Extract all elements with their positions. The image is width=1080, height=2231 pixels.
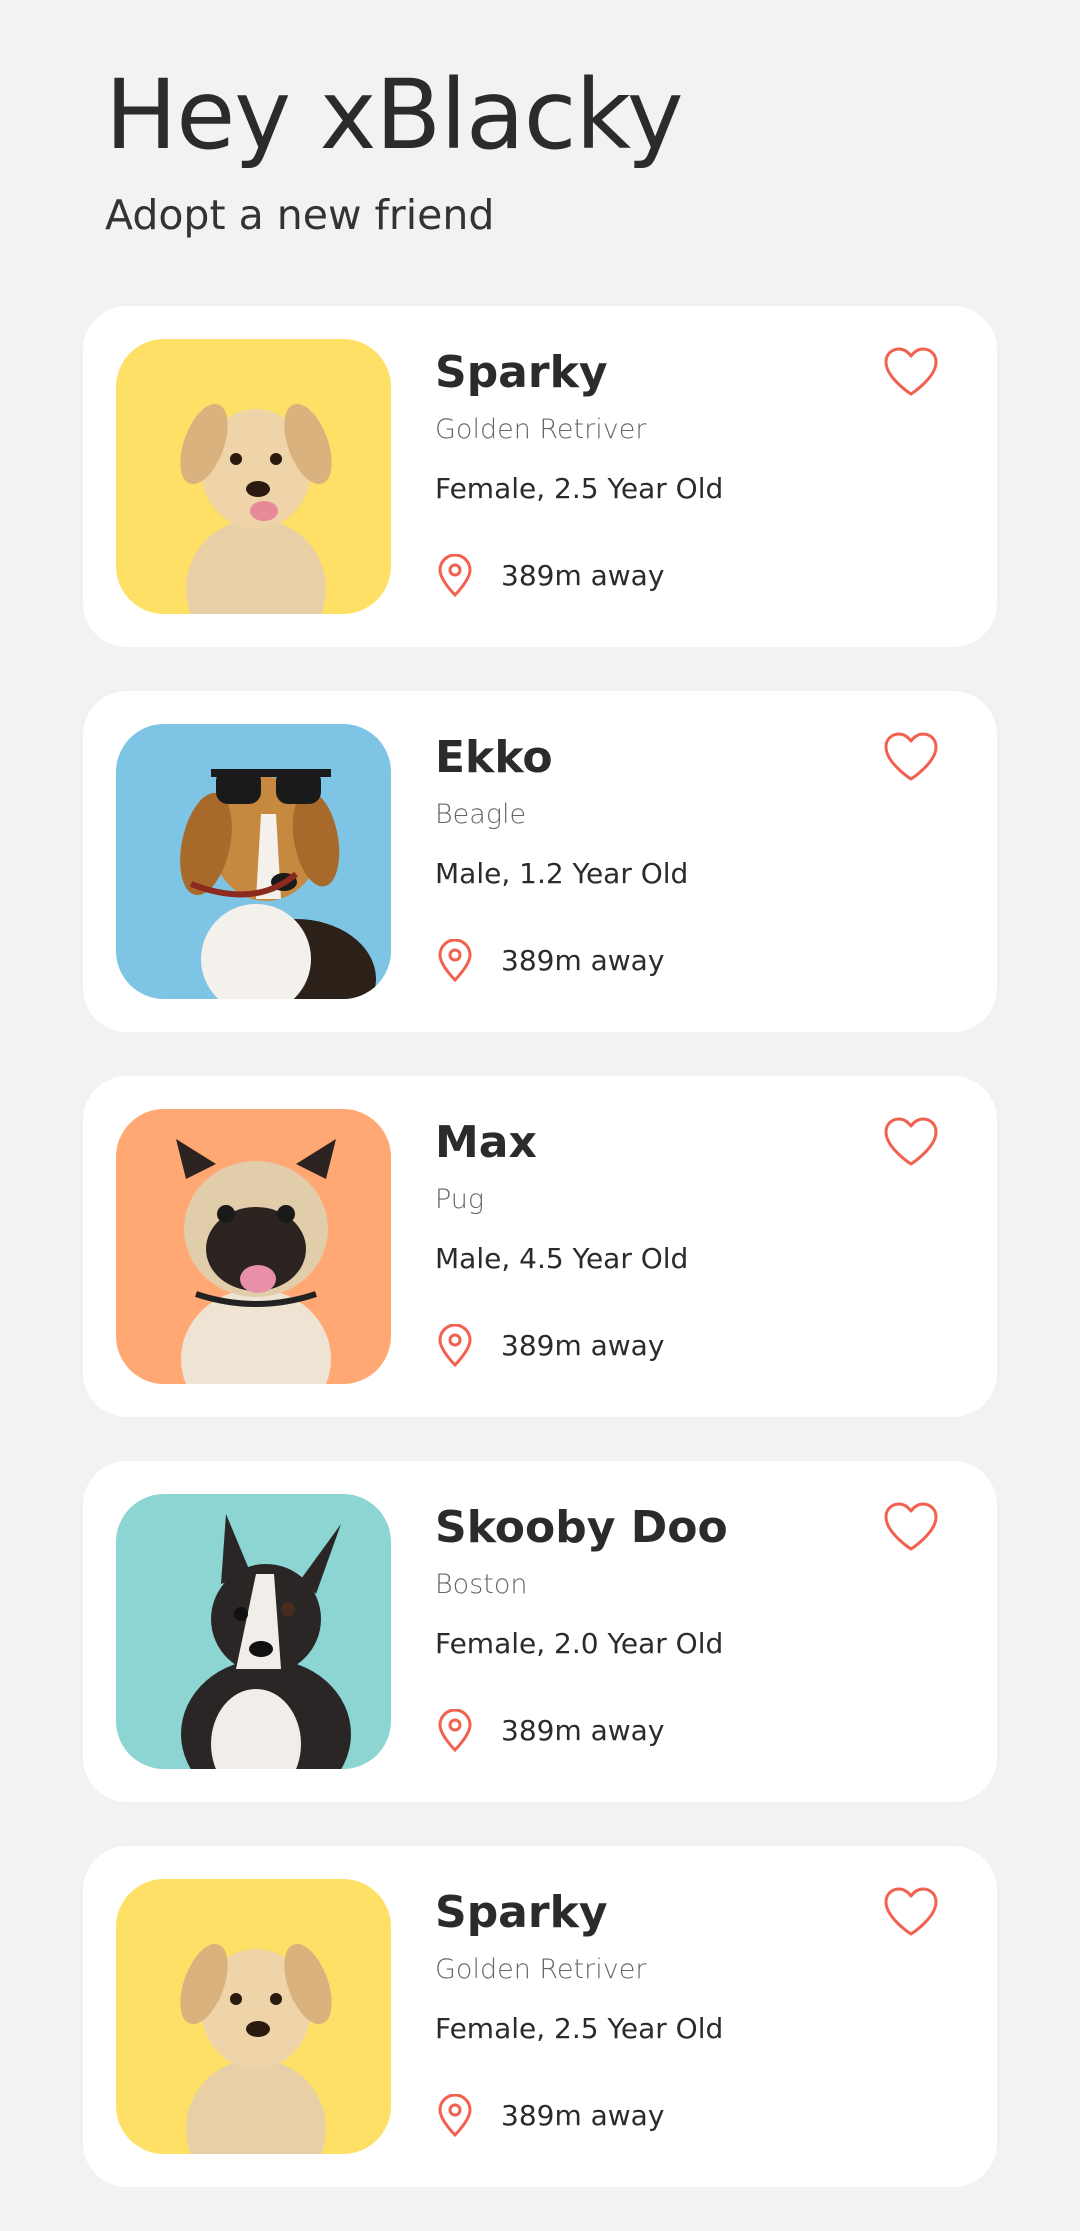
pet-distance: 389m away xyxy=(501,2099,665,2132)
pet-gender-age: Female, 2.5 Year Old xyxy=(435,472,724,505)
pet-distance: 389m away xyxy=(501,1329,665,1362)
pet-list: Sparky Golden Retriver Female, 2.5 Year … xyxy=(83,306,997,2231)
favorite-heart-icon[interactable] xyxy=(883,1501,939,1553)
pet-breed: Boston xyxy=(435,1569,528,1600)
favorite-heart-icon[interactable] xyxy=(883,731,939,783)
pet-card[interactable]: Ekko Beagle Male, 1.2 Year Old 389m away xyxy=(83,691,997,1032)
pet-gender-age: Female, 2.0 Year Old xyxy=(435,1627,724,1660)
distance-row: 389m away xyxy=(435,2094,665,2138)
location-pin-icon xyxy=(438,1709,472,1753)
pet-gender-age: Male, 4.5 Year Old xyxy=(435,1242,689,1275)
pet-card[interactable]: Skooby Doo Boston Female, 2.0 Year Old 3… xyxy=(83,1461,997,1802)
header: Hey xBlacky Adopt a new friend xyxy=(105,59,684,240)
pet-breed: Golden Retriver xyxy=(435,414,647,445)
pet-photo xyxy=(116,1879,391,2154)
pet-name: Max xyxy=(435,1117,537,1168)
location-pin-icon xyxy=(438,2094,472,2138)
favorite-heart-icon[interactable] xyxy=(883,346,939,398)
pet-name: Sparky xyxy=(435,347,608,398)
distance-row: 389m away xyxy=(435,1324,665,1368)
pet-card[interactable]: Max Pug Male, 4.5 Year Old 389m away xyxy=(83,1076,997,1417)
location-pin-icon xyxy=(438,1324,472,1368)
pet-card[interactable]: Sparky Golden Retriver Female, 2.5 Year … xyxy=(83,306,997,647)
dog-photo-pug xyxy=(116,1109,391,1384)
pet-gender-age: Female, 2.5 Year Old xyxy=(435,2012,724,2045)
greeting-title: Hey xBlacky xyxy=(105,59,684,171)
pet-gender-age: Male, 1.2 Year Old xyxy=(435,857,689,890)
location-pin-icon xyxy=(438,554,472,598)
distance-row: 389m away xyxy=(435,554,665,598)
pet-distance: 389m away xyxy=(501,944,665,977)
greeting-subtitle: Adopt a new friend xyxy=(105,191,495,239)
distance-row: 389m away xyxy=(435,1709,665,1753)
favorite-heart-icon[interactable] xyxy=(883,1886,939,1938)
pet-photo xyxy=(116,1109,391,1384)
pet-name: Skooby Doo xyxy=(435,1502,728,1553)
pet-breed: Pug xyxy=(435,1184,485,1215)
pet-photo xyxy=(116,1494,391,1769)
pet-name: Sparky xyxy=(435,1887,608,1938)
dog-photo-french-bulldog xyxy=(116,1494,391,1769)
dog-photo-labrador xyxy=(116,339,391,614)
pet-photo xyxy=(116,339,391,614)
pet-photo xyxy=(116,724,391,999)
location-pin-icon xyxy=(438,939,472,983)
favorite-heart-icon[interactable] xyxy=(883,1116,939,1168)
dog-photo-labrador xyxy=(116,1879,391,2154)
pet-distance: 389m away xyxy=(501,559,665,592)
pet-breed: Beagle xyxy=(435,799,527,830)
distance-row: 389m away xyxy=(435,939,665,983)
pet-name: Ekko xyxy=(435,732,553,783)
pet-card[interactable]: Sparky Golden Retriver Female, 2.5 Year … xyxy=(83,1846,997,2187)
dog-photo-beagle xyxy=(116,724,391,999)
pet-distance: 389m away xyxy=(501,1714,665,1747)
pet-breed: Golden Retriver xyxy=(435,1954,647,1985)
